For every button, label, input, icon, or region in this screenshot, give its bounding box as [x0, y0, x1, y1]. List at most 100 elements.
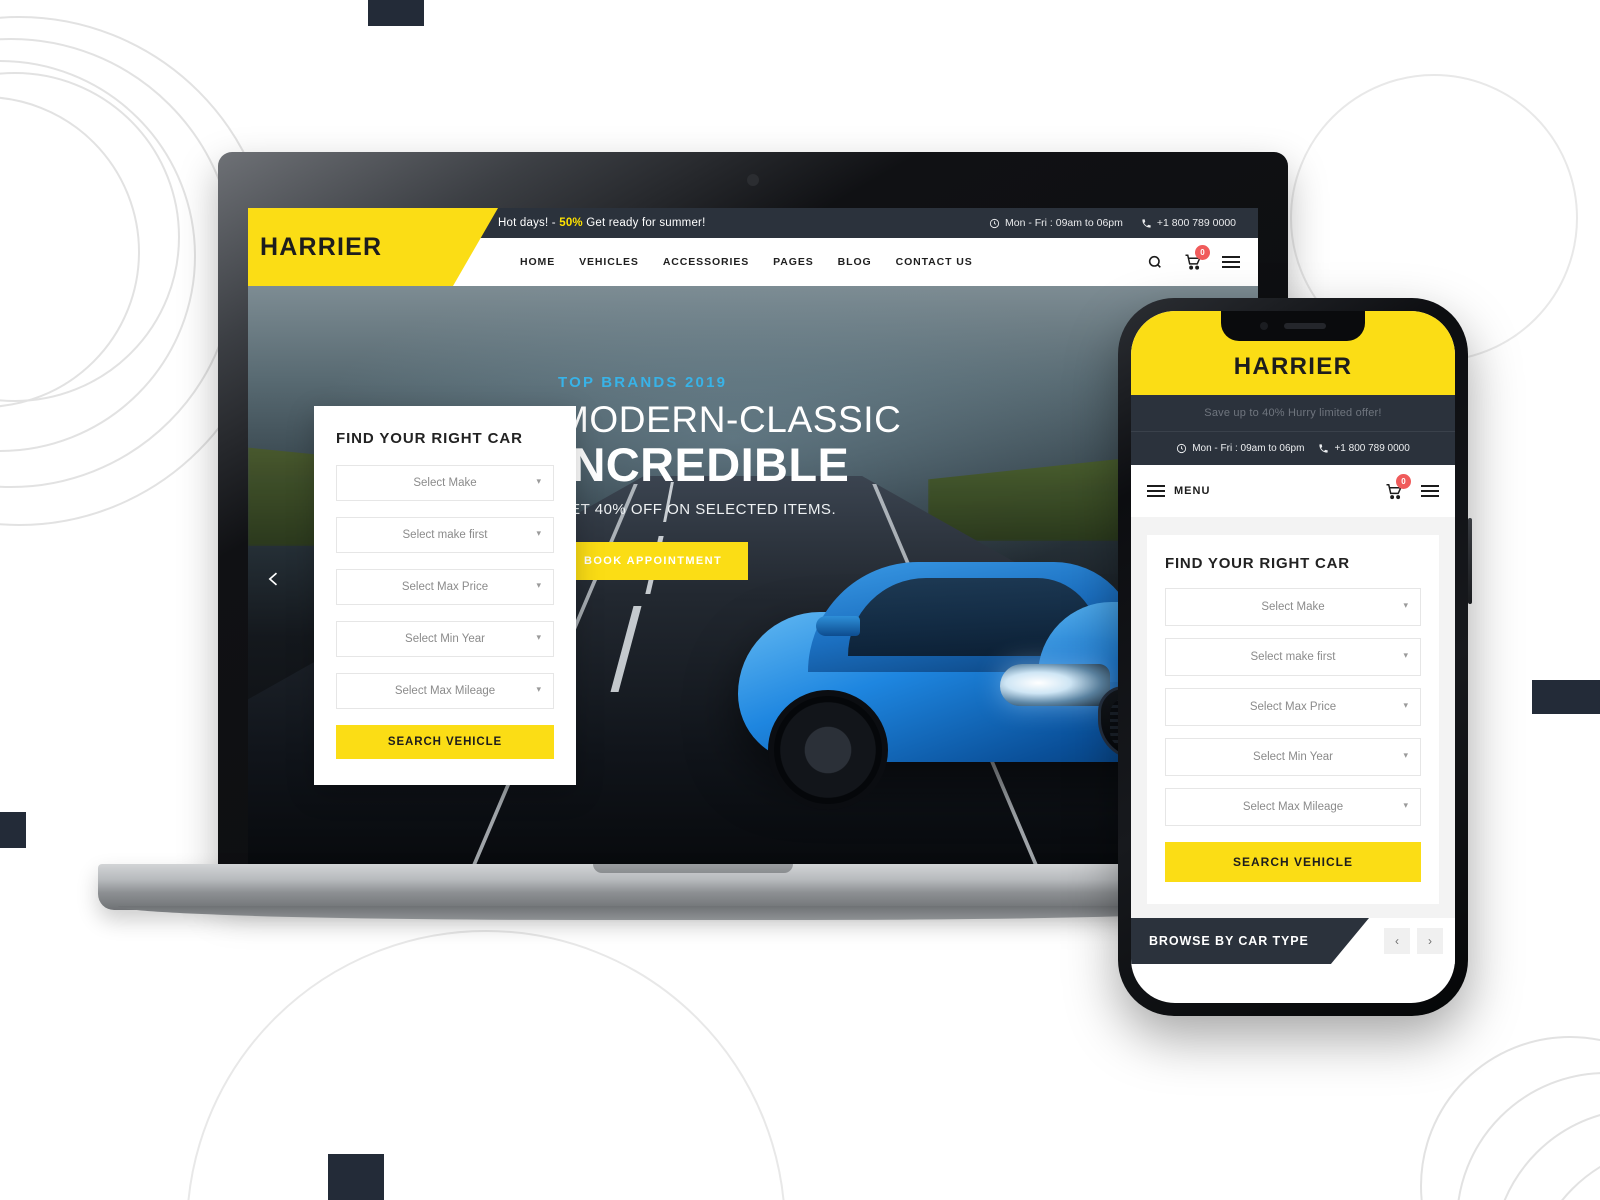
brand-name: HARRIER: [260, 232, 383, 261]
mobile-content: FIND YOUR RIGHT CAR Select Make Select m…: [1131, 517, 1455, 918]
laptop-screen: Hot days! - 50% Get ready for summer! Mo…: [248, 208, 1258, 872]
search-icon: [1148, 255, 1161, 268]
hero-title-line1: MODERN-CLASSIC: [558, 399, 902, 440]
laptop-base-foot: [118, 906, 1268, 920]
phone-camera-icon: [1260, 322, 1268, 330]
mobile-find-car-card: FIND YOUR RIGHT CAR Select Make Select m…: [1147, 535, 1439, 904]
hero-subtitle: GET 40% OFF ON SELECTED ITEMS.: [558, 501, 837, 519]
mobile-cart-count-badge: 0: [1396, 474, 1411, 489]
hero-title-line2: INCREDIBLE: [558, 437, 850, 491]
mobile-select-model[interactable]: Select make first: [1165, 638, 1421, 676]
mobile-select-make-label: Select Make: [1261, 601, 1325, 613]
phone-mockup: HARRIER Save up to 40% Hurry limited off…: [1118, 298, 1472, 1016]
mobile-select-min-year-label: Select Min Year: [1253, 751, 1333, 763]
circle-decor-bottomleft: [186, 930, 786, 1200]
nav-item-contact-us[interactable]: CONTACT US: [896, 256, 973, 268]
search-vehicle-button[interactable]: SEARCH VEHICLE: [336, 725, 554, 759]
square-decor-right: [1532, 680, 1600, 714]
select-max-mileage-label: Select Max Mileage: [394, 685, 496, 697]
phone-icon: [1319, 444, 1329, 453]
find-car-card: FIND YOUR RIGHT CAR Select Make Select m…: [314, 406, 576, 785]
select-min-year[interactable]: Select Min Year: [336, 621, 554, 657]
business-hours-text: Mon - Fri : 09am to 06pm: [1005, 217, 1123, 229]
hero-copy: TOP BRANDS 2019 MODERN-CLASSIC INCREDIBL…: [558, 374, 978, 581]
business-hours: Mon - Fri : 09am to 06pm: [989, 217, 1123, 229]
select-max-mileage[interactable]: Select Max Mileage: [336, 673, 554, 709]
mobile-menu-button[interactable]: MENU: [1147, 485, 1210, 497]
cart-count-badge: 0: [1195, 245, 1210, 260]
square-decor-left: [0, 812, 26, 848]
mobile-select-model-label: Select make first: [1250, 651, 1336, 663]
mobile-phone-number[interactable]: +1 800 789 0000: [1318, 443, 1410, 454]
mobile-brand-name: HARRIER: [1233, 353, 1353, 380]
phone-number-text: +1 800 789 0000: [1156, 217, 1236, 229]
mobile-nav-actions: 0: [1385, 474, 1439, 500]
mobile-hamburger-menu-icon[interactable]: [1421, 485, 1439, 497]
mobile-browse-section: BROWSE BY CAR TYPE ‹ ›: [1131, 918, 1455, 964]
promo-prefix: Hot days! -: [498, 217, 556, 229]
select-model-label: Select make first: [402, 529, 488, 541]
mobile-browse-title: BROWSE BY CAR TYPE: [1149, 934, 1309, 948]
phone-notch: [1221, 311, 1365, 341]
mobile-select-max-mileage[interactable]: Select Max Mileage: [1165, 788, 1421, 826]
carousel-prev-button[interactable]: [258, 563, 290, 595]
find-car-title: FIND YOUR RIGHT CAR: [336, 430, 523, 447]
promo-message: Hot days! - 50% Get ready for summer!: [498, 217, 705, 229]
ring-decor-bottomright: [1456, 1072, 1600, 1200]
select-model[interactable]: Select make first: [336, 517, 554, 553]
mobile-select-max-mileage-label: Select Max Mileage: [1242, 801, 1344, 813]
contact-info: Mon - Fri : 09am to 06pm +1 800 789 0000: [989, 217, 1236, 229]
ring-decor-bottomright: [1492, 1108, 1600, 1200]
cart-button[interactable]: 0: [1184, 245, 1210, 271]
laptop-mockup: Hot days! - 50% Get ready for summer! Mo…: [98, 152, 1288, 920]
nav-item-pages[interactable]: PAGES: [773, 256, 813, 268]
clock-icon: [1177, 443, 1187, 454]
search-button[interactable]: [1146, 253, 1164, 271]
chevron-left-icon: [268, 572, 278, 586]
mobile-browse-nav: ‹ ›: [1384, 928, 1443, 954]
laptop-camera-icon: [747, 174, 759, 186]
nav-item-accessories[interactable]: ACCESSORIES: [663, 256, 749, 268]
laptop-base: [98, 864, 1288, 920]
book-appointment-button[interactable]: BOOK APPOINTMENT: [558, 542, 749, 581]
phone-number[interactable]: +1 800 789 0000: [1141, 217, 1236, 229]
mobile-business-hours-text: Mon - Fri : 09am to 06pm: [1192, 443, 1305, 454]
mobile-select-make[interactable]: Select Make: [1165, 588, 1421, 626]
mobile-promo-bar: Save up to 40% Hurry limited offer!: [1131, 395, 1455, 431]
phone-power-button: [1468, 518, 1472, 604]
mobile-contact-info: Mon - Fri : 09am to 06pm +1 800 789 0000: [1131, 431, 1455, 465]
canvas: Hot days! - 50% Get ready for summer! Mo…: [0, 0, 1600, 1200]
select-min-year-label: Select Min Year: [405, 633, 485, 645]
main-nav: HOME VEHICLES ACCESSORIES PAGES BLOG CON…: [520, 256, 973, 268]
nav-item-home[interactable]: HOME: [520, 256, 555, 268]
mobile-browse-title-tag: BROWSE BY CAR TYPE: [1131, 918, 1369, 964]
square-decor-top: [368, 0, 424, 26]
hero-eyebrow: TOP BRANDS 2019: [558, 374, 728, 391]
nav-item-blog[interactable]: BLOG: [838, 256, 872, 268]
nav-actions: 0: [1146, 245, 1240, 271]
mobile-find-car-title: FIND YOUR RIGHT CAR: [1165, 555, 1350, 572]
mobile-select-max-price-label: Select Max Price: [1249, 701, 1337, 713]
hamburger-menu-icon[interactable]: [1222, 256, 1240, 268]
promo-suffix: Get ready for summer!: [586, 217, 706, 229]
mobile-search-vehicle-button[interactable]: SEARCH VEHICLE: [1165, 842, 1421, 882]
clock-icon: [989, 218, 1000, 228]
mobile-menu-label: MENU: [1174, 485, 1211, 497]
hamburger-menu-icon: [1147, 485, 1165, 497]
browse-next-button[interactable]: ›: [1417, 928, 1443, 954]
nav-item-vehicles[interactable]: VEHICLES: [579, 256, 639, 268]
mobile-select-max-price[interactable]: Select Max Price: [1165, 688, 1421, 726]
mobile-business-hours: Mon - Fri : 09am to 06pm: [1176, 443, 1304, 454]
mobile-cart-button[interactable]: 0: [1385, 474, 1411, 500]
promo-highlight: 50%: [559, 217, 583, 229]
brand-logo[interactable]: HARRIER: [248, 208, 498, 286]
select-make-label: Select Make: [413, 477, 477, 489]
mobile-promo-text: Save up to 40% Hurry limited offer!: [1204, 407, 1382, 419]
select-make[interactable]: Select Make: [336, 465, 554, 501]
desktop-navbar: HARRIER HOME VEHICLES ACCESSORIES PAGES …: [248, 208, 1258, 286]
mobile-select-min-year[interactable]: Select Min Year: [1165, 738, 1421, 776]
select-max-price[interactable]: Select Max Price: [336, 569, 554, 605]
laptop-bezel: [218, 152, 1288, 210]
square-decor-bottom: [328, 1154, 384, 1200]
browse-prev-button[interactable]: ‹: [1384, 928, 1410, 954]
